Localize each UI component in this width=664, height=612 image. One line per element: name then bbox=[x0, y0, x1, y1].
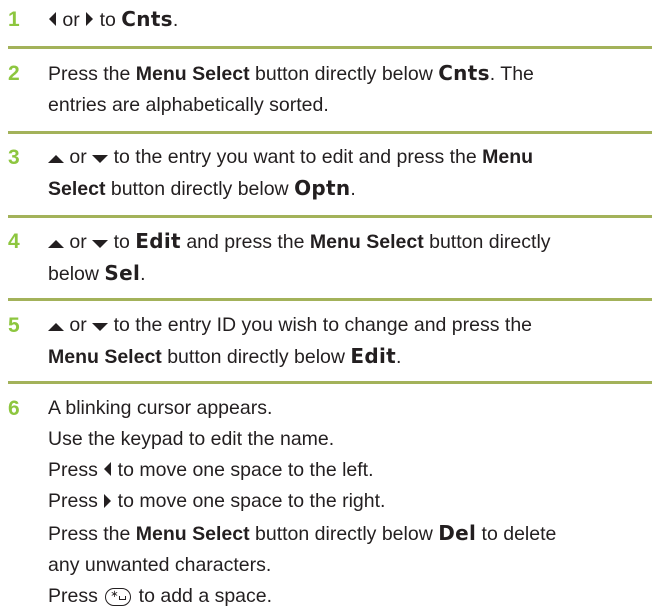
instruction-text: button directly below bbox=[161, 346, 351, 369]
instruction-page: 1 or to Cnts. 2 Press the Menu Select bu… bbox=[0, 0, 664, 607]
step-line: or to the entry you want to edit and pre… bbox=[48, 142, 656, 173]
down-arrow-icon bbox=[92, 310, 109, 341]
step-body: or to the entry you want to edit and pre… bbox=[48, 142, 656, 205]
instruction-text: Press the bbox=[48, 63, 136, 85]
step-number: 6 bbox=[8, 397, 20, 420]
left-arrow-icon bbox=[103, 455, 112, 486]
button-name: Menu Select bbox=[309, 231, 424, 253]
instruction-text: A blinking cursor appears. bbox=[48, 397, 273, 419]
display-label: Edit bbox=[350, 344, 397, 369]
display-label: Edit bbox=[135, 229, 181, 253]
step-line: Press to move one space to the left. bbox=[48, 455, 656, 486]
instruction-text: or bbox=[64, 314, 93, 336]
right-arrow-icon bbox=[103, 487, 112, 518]
star-space-key-icon: ∗ bbox=[105, 587, 132, 606]
left-arrow-icon bbox=[48, 5, 57, 36]
step-body: or to Edit and press the Menu Select but… bbox=[48, 226, 656, 290]
step-divider bbox=[8, 298, 652, 301]
step-number: 4 bbox=[8, 230, 20, 253]
step-number: 3 bbox=[8, 146, 20, 169]
button-name: Menu bbox=[482, 146, 534, 168]
step-line: A blinking cursor appears. bbox=[48, 393, 656, 424]
down-arrow-icon bbox=[92, 227, 109, 258]
instruction-text: any unwanted characters. bbox=[48, 553, 272, 576]
instruction-text: . bbox=[172, 9, 179, 31]
instruction-text: entries are alphabetically sorted. bbox=[48, 94, 329, 116]
instruction-text: Press bbox=[48, 459, 104, 481]
instruction-text: to the entry ID you wish to change and p… bbox=[108, 314, 533, 336]
step-line: Menu Select button directly below Edit. bbox=[48, 341, 656, 373]
instruction-text: or bbox=[57, 9, 86, 31]
instruction-text: button directly below bbox=[249, 63, 439, 85]
button-name: Menu Select bbox=[135, 522, 250, 545]
instruction-text: to add a space. bbox=[133, 584, 273, 607]
up-arrow-icon bbox=[48, 310, 64, 341]
display-label: Cnts bbox=[438, 61, 490, 85]
instruction-text: . bbox=[350, 178, 356, 201]
instruction-text: button directly bbox=[423, 231, 551, 253]
instruction-text: to move one space to the left. bbox=[112, 459, 374, 481]
instruction-text: button directly below bbox=[249, 522, 439, 545]
display-label: Del bbox=[438, 520, 477, 545]
step-line: Press the Menu Select button directly be… bbox=[48, 58, 656, 90]
right-arrow-icon bbox=[85, 5, 94, 36]
instruction-text: Press the bbox=[48, 522, 136, 545]
step-line: or to Edit and press the Menu Select but… bbox=[48, 226, 656, 258]
step-body: A blinking cursor appears. Use the keypad… bbox=[48, 393, 656, 612]
display-label: Optn bbox=[294, 176, 351, 201]
step-line: Select button directly below Optn. bbox=[48, 173, 656, 205]
step-line: Press the Menu Select button directly be… bbox=[48, 518, 656, 550]
up-arrow-icon bbox=[48, 227, 64, 258]
instruction-text: to move one space to the right. bbox=[112, 490, 386, 513]
instruction-text: Press bbox=[48, 584, 104, 607]
step-divider bbox=[8, 215, 652, 218]
display-label: Cnts bbox=[121, 7, 173, 31]
up-arrow-icon bbox=[48, 142, 64, 173]
display-label: Sel bbox=[104, 261, 141, 286]
instruction-text: to the entry you want to edit and press … bbox=[108, 146, 483, 168]
step-number: 2 bbox=[8, 62, 20, 85]
step-body: Press the Menu Select button directly be… bbox=[48, 58, 656, 121]
step-body: or to the entry ID you wish to change an… bbox=[48, 310, 656, 373]
instruction-text: and press the bbox=[180, 231, 310, 253]
step-line: below Sel. bbox=[48, 258, 656, 290]
instruction-text: Use the keypad to edit the name. bbox=[48, 428, 335, 450]
down-arrow-icon bbox=[92, 142, 109, 173]
instruction-text: . bbox=[140, 263, 146, 286]
button-name: Menu Select bbox=[48, 346, 162, 369]
instruction-text: button directly below bbox=[105, 178, 295, 201]
instruction-text: . The bbox=[489, 63, 534, 85]
step-line: entries are alphabetically sorted. bbox=[48, 90, 656, 121]
instruction-text: to bbox=[94, 9, 122, 31]
step-number: 1 bbox=[8, 8, 20, 31]
instruction-text: below bbox=[48, 263, 105, 286]
instruction-text: or bbox=[64, 146, 93, 168]
step-line: or to Cnts. bbox=[48, 4, 656, 36]
step-line: any unwanted characters. bbox=[48, 550, 656, 581]
step-line: Use the keypad to edit the name. bbox=[48, 424, 656, 455]
button-name: Menu Select bbox=[135, 63, 250, 85]
instruction-text: . bbox=[396, 346, 402, 369]
step-line: or to the entry ID you wish to change an… bbox=[48, 310, 656, 341]
instruction-text: Press bbox=[48, 490, 104, 513]
step-number: 5 bbox=[8, 314, 20, 337]
step-line: Press to move one space to the right. bbox=[48, 486, 656, 517]
instruction-text: to delete bbox=[476, 522, 557, 545]
button-name: Select bbox=[48, 178, 106, 201]
instruction-text: to bbox=[108, 231, 136, 253]
step-body: or to Cnts. bbox=[48, 4, 656, 36]
step-divider bbox=[8, 46, 652, 49]
instruction-text: or bbox=[64, 231, 93, 253]
step-divider bbox=[8, 131, 652, 134]
step-divider bbox=[8, 381, 652, 384]
step-line: Press ∗ to add a space. bbox=[48, 581, 656, 612]
